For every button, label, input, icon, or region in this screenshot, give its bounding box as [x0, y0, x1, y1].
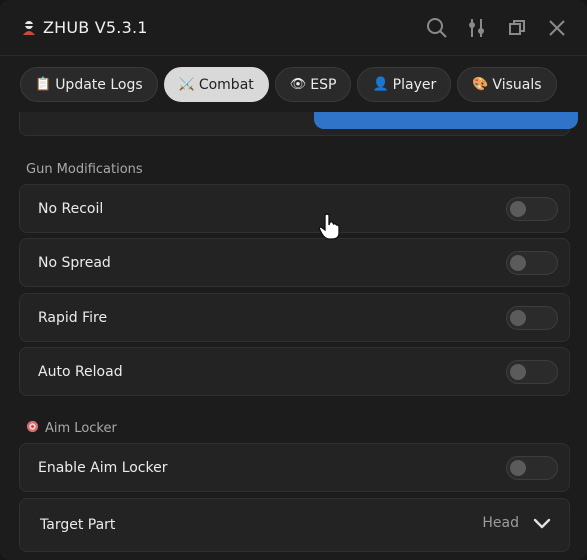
toggle-label: No Recoil — [38, 200, 104, 217]
crossed-swords-icon: ⚔️ — [178, 77, 195, 92]
toggle-row-rapid-fire[interactable]: Rapid Fire — [19, 293, 570, 342]
partial-blue-button[interactable] — [314, 112, 578, 129]
tab-label: Visuals — [492, 76, 542, 93]
tab-combat[interactable]: ⚔️ Combat — [163, 67, 269, 102]
eye-icon: 👁 — [289, 77, 307, 92]
dropdown-value: Head — [482, 515, 519, 531]
tab-label: Combat — [198, 76, 254, 93]
dropdown-target-part[interactable]: Target Part Head — [19, 498, 570, 552]
search-icon[interactable] — [425, 16, 449, 40]
toggle-switch[interactable] — [506, 360, 558, 384]
partial-setting-card — [19, 112, 578, 136]
toggle-label: Rapid Fire — [38, 309, 108, 326]
toggle-label: Enable Aim Locker — [38, 459, 168, 476]
toggle-knob — [510, 460, 526, 476]
tab-visuals[interactable]: 🎨 Visuals — [457, 67, 557, 102]
tab-esp[interactable]: 👁 ESP — [274, 67, 352, 102]
dropdown-label: Target Part — [40, 517, 116, 533]
chevron-down-icon[interactable] — [533, 516, 551, 530]
restore-icon[interactable] — [505, 16, 529, 40]
section-title: Gun Modifications — [26, 162, 143, 177]
tab-label: Update Logs — [55, 76, 143, 93]
tab-update-logs[interactable]: 📋 Update Logs — [20, 67, 158, 102]
app-icon — [21, 20, 37, 36]
toggle-label: No Spread — [38, 254, 111, 271]
toggle-row-enable-aim-locker[interactable]: Enable Aim Locker — [19, 443, 570, 492]
section-header-aim-locker: Aim Locker — [26, 420, 117, 437]
sliders-icon[interactable] — [465, 16, 489, 40]
person-icon: 👤 — [372, 77, 389, 92]
tab-player[interactable]: 👤 Player — [357, 67, 452, 102]
toggle-knob — [510, 310, 526, 326]
content-scroll-area[interactable]: Gun Modifications No Recoil No Spread Ra… — [0, 112, 587, 560]
toggle-label: Auto Reload — [38, 363, 123, 380]
toggle-switch[interactable] — [506, 456, 558, 480]
tab-label: ESP — [310, 76, 337, 93]
toggle-switch[interactable] — [506, 306, 558, 330]
tab-bar: 📋 Update Logs ⚔️ Combat 👁 ESP 👤 Player 🎨… — [20, 67, 557, 104]
target-icon — [26, 420, 39, 437]
close-icon[interactable] — [545, 16, 569, 40]
section-title: Aim Locker — [45, 421, 117, 436]
toggle-knob — [510, 201, 526, 217]
tab-label: Player — [392, 76, 437, 93]
toggle-row-auto-reload[interactable]: Auto Reload — [19, 347, 570, 396]
title-bar: ZHUB V5.3.1 — [0, 0, 587, 56]
window-title: ZHUB V5.3.1 — [43, 18, 148, 37]
clipboard-icon: 📋 — [35, 77, 52, 92]
toggle-switch[interactable] — [506, 197, 558, 221]
palette-icon: 🎨 — [472, 77, 489, 92]
toggle-switch[interactable] — [506, 251, 558, 275]
toggle-row-no-spread[interactable]: No Spread — [19, 238, 570, 287]
hand-pointer-cursor-icon — [318, 213, 342, 241]
toggle-knob — [510, 255, 526, 271]
section-header-gun-modifications: Gun Modifications — [26, 162, 143, 177]
toggle-row-no-recoil[interactable]: No Recoil — [19, 184, 570, 233]
app-window: ZHUB V5.3.1 📋 Update Logs ⚔️ Combat 👁 ES… — [0, 0, 587, 560]
toggle-knob — [510, 364, 526, 380]
